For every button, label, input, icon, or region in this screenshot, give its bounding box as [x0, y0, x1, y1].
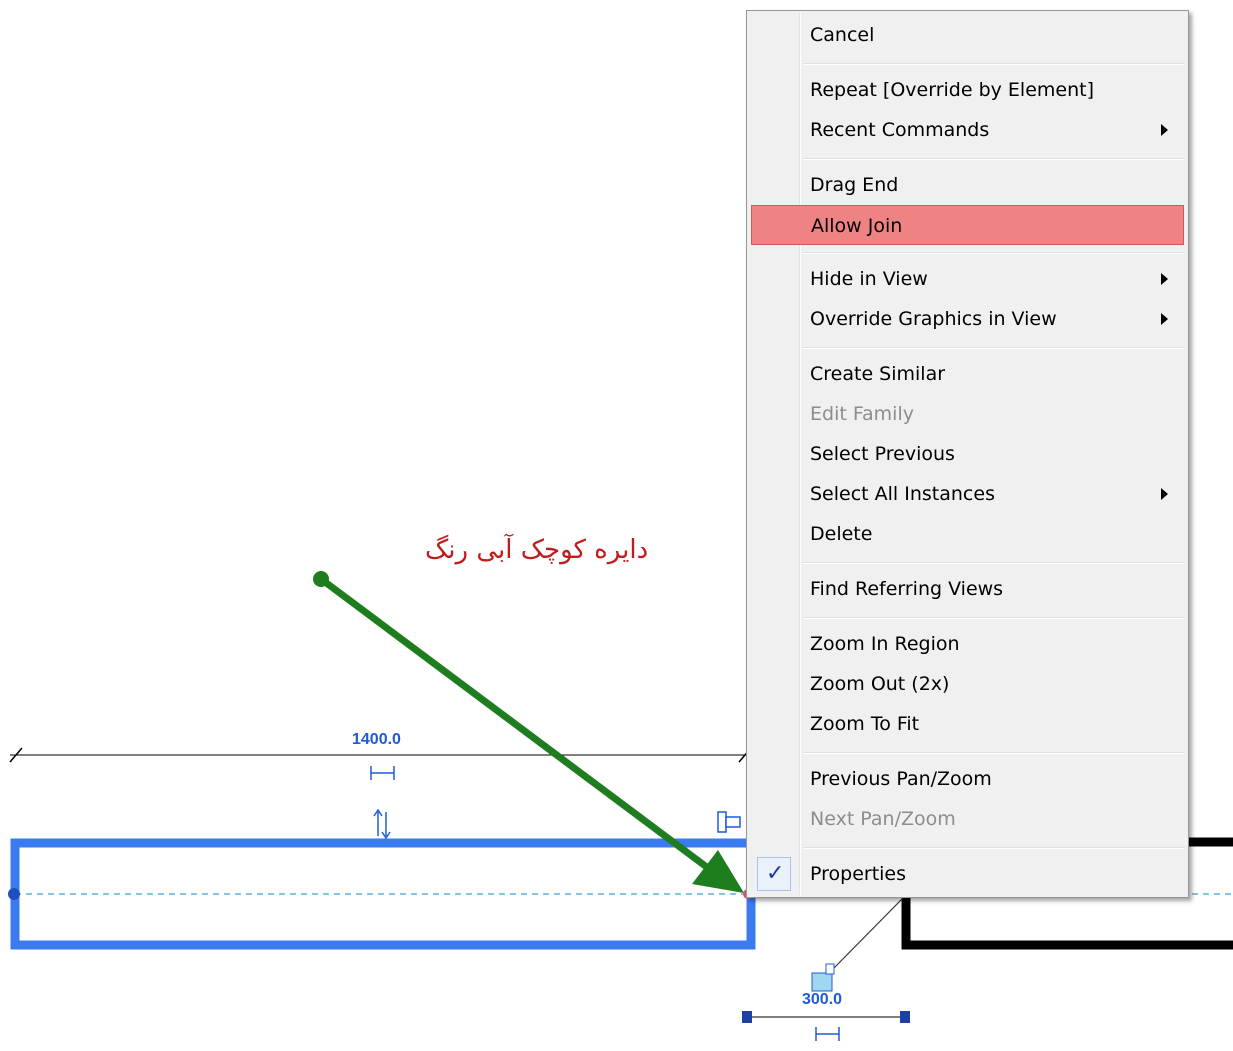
menu-item-label: Zoom Out (2x): [810, 673, 950, 695]
menu-item-label: Select All Instances: [810, 483, 995, 505]
dimension-lock-small-icon[interactable]: [811, 963, 835, 992]
menu-item-label: Override Graphics in View: [810, 308, 1057, 330]
menu-item-label: Find Referring Views: [810, 578, 1004, 600]
menu-item-label: Create Similar: [810, 363, 946, 385]
menu-separator: [803, 562, 1184, 564]
menu-item-label: Zoom To Fit: [810, 713, 920, 735]
leader-line: [831, 897, 904, 971]
submenu-arrow-icon: [1161, 313, 1168, 325]
menu-separator: [803, 847, 1184, 849]
submenu-arrow-icon: [1161, 488, 1168, 500]
menu-separator: [803, 617, 1184, 619]
menu-item-label: Allow Join: [811, 215, 903, 237]
menu-separator: [803, 158, 1184, 160]
dimension-lock-icon[interactable]: [370, 766, 395, 780]
menu-item-label: Recent Commands: [810, 119, 990, 141]
menu-item-override-graphics[interactable]: Override Graphics in View: [751, 299, 1184, 339]
menu-item-label: Next Pan/Zoom: [810, 808, 956, 830]
dimension-grip-left[interactable]: [742, 1011, 752, 1023]
dimension-grip-right[interactable]: [900, 1011, 910, 1023]
menu-item-label: Properties: [810, 863, 907, 885]
menu-item-delete[interactable]: Delete: [751, 514, 1184, 554]
flip-orientation-icon[interactable]: [373, 808, 391, 840]
menu-item-repeat[interactable]: Repeat [Override by Element]: [751, 70, 1184, 110]
menu-item-label: Repeat [Override by Element]: [810, 79, 1094, 101]
dimension-label-bottom[interactable]: 300.0: [802, 991, 842, 1008]
menu-item-next-pan-zoom[interactable]: Next Pan/Zoom: [751, 799, 1184, 839]
menu-separator: [803, 752, 1184, 754]
dimension-lock-bottom-icon[interactable]: [815, 1027, 840, 1041]
menu-item-label: Delete: [810, 523, 873, 545]
check-icon: ✓: [757, 857, 791, 891]
menu-separator: [803, 347, 1184, 349]
menu-item-hide-in-view[interactable]: Hide in View: [751, 259, 1184, 299]
menu-item-zoom-to-fit[interactable]: Zoom To Fit: [751, 704, 1184, 744]
menu-item-zoom-in-region[interactable]: Zoom In Region: [751, 624, 1184, 664]
menu-item-allow-join[interactable]: Allow Join: [751, 205, 1184, 245]
menu-item-label: Hide in View: [810, 268, 928, 290]
menu-separator: [803, 252, 1184, 254]
menu-item-create-similar[interactable]: Create Similar: [751, 354, 1184, 394]
annotation-arrowhead: [692, 850, 744, 893]
menu-item-select-all-instances[interactable]: Select All Instances: [751, 474, 1184, 514]
wall-end-grip-left[interactable]: [8, 888, 20, 900]
menu-item-edit-family[interactable]: Edit Family: [751, 394, 1184, 434]
context-menu: Cancel Repeat [Override by Element] Rece…: [746, 10, 1189, 898]
menu-item-label: Edit Family: [810, 403, 914, 425]
menu-separator: [803, 63, 1184, 65]
menu-item-label: Zoom In Region: [810, 633, 960, 655]
submenu-arrow-icon: [1161, 273, 1168, 285]
annotation-text: دایره کوچک آبی رنگ: [425, 533, 648, 565]
menu-item-drag-end[interactable]: Drag End: [751, 165, 1184, 205]
dimension-label-top[interactable]: 1400.0: [352, 731, 401, 748]
menu-item-previous-pan-zoom[interactable]: Previous Pan/Zoom: [751, 759, 1184, 799]
menu-item-cancel[interactable]: Cancel: [751, 15, 1184, 55]
annotation-arrow: [318, 576, 715, 874]
menu-item-recent-commands[interactable]: Recent Commands: [751, 110, 1184, 150]
menu-item-properties[interactable]: ✓ Properties: [751, 854, 1184, 894]
submenu-arrow-icon: [1161, 124, 1168, 136]
menu-item-label: Cancel: [810, 24, 875, 46]
menu-item-label: Previous Pan/Zoom: [810, 768, 992, 790]
menu-item-label: Select Previous: [810, 443, 955, 465]
menu-item-label: Drag End: [810, 174, 899, 196]
menu-item-find-referring-views[interactable]: Find Referring Views: [751, 569, 1184, 609]
menu-item-zoom-out[interactable]: Zoom Out (2x): [751, 664, 1184, 704]
wall-end-icon[interactable]: [717, 811, 741, 833]
annotation-arrow-tail: [313, 571, 329, 587]
menu-item-select-previous[interactable]: Select Previous: [751, 434, 1184, 474]
